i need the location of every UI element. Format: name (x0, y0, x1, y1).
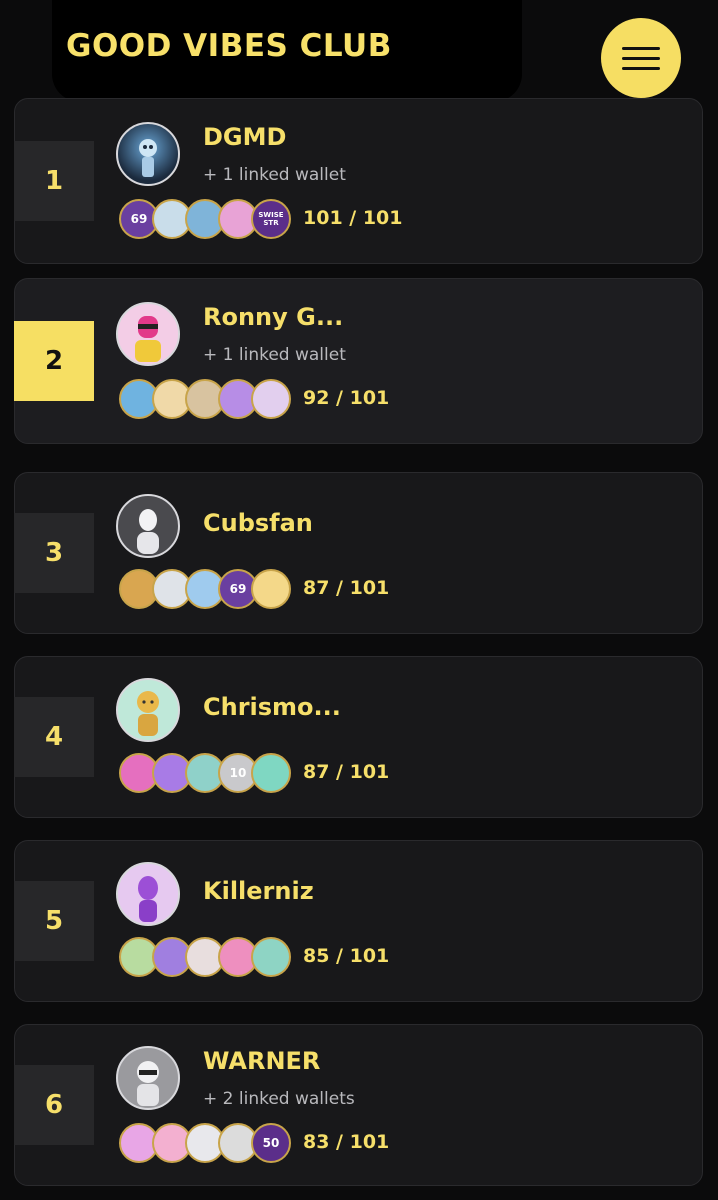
score: 101 / 101 (303, 207, 403, 229)
header: GOOD VIBES CLUB (0, 0, 718, 110)
achievement-badge-icon[interactable] (251, 569, 291, 609)
badge-strip (119, 379, 299, 421)
avatar[interactable] (116, 302, 180, 366)
rank-badge: 1 (14, 141, 94, 221)
score: 87 / 101 (303, 577, 390, 599)
badge-strip: 69 (119, 569, 299, 611)
avatar[interactable] (116, 862, 180, 926)
leaderboard-row[interactable]: 4 Chrismo... 10 87 / 101 (14, 656, 703, 818)
badge-strip (119, 937, 299, 979)
rank-badge: 6 (14, 1065, 94, 1145)
player-name[interactable]: Chrismo... (203, 693, 341, 721)
badge-strip: 50 (119, 1123, 299, 1165)
leaderboard-row[interactable]: 2 Ronny G... + 1 linked wallet 92 / 101 (14, 278, 703, 444)
avatar[interactable] (116, 494, 180, 558)
achievement-badge-icon[interactable] (251, 937, 291, 977)
leaderboard-row[interactable]: 1 DGMD + 1 linked wallet 69 SWISE STR 101… (14, 98, 703, 264)
rank-badge: 2 (14, 321, 94, 401)
rank-badge: 5 (14, 881, 94, 961)
achievement-badge-icon[interactable]: 50 (251, 1123, 291, 1163)
player-name[interactable]: WARNER (203, 1047, 320, 1075)
avatar[interactable] (116, 1046, 180, 1110)
score: 83 / 101 (303, 1131, 390, 1153)
avatar[interactable] (116, 122, 180, 186)
rank-badge: 3 (14, 513, 94, 593)
score: 92 / 101 (303, 387, 390, 409)
achievement-badge-icon[interactable]: SWISE STR (251, 199, 291, 239)
leaderboard-row[interactable]: 3 Cubsfan 69 87 / 101 (14, 472, 703, 634)
badge-strip: 69 SWISE STR (119, 199, 299, 241)
linked-wallets: + 1 linked wallet (203, 345, 346, 365)
avatar[interactable] (116, 678, 180, 742)
linked-wallets: + 2 linked wallets (203, 1089, 355, 1109)
player-name[interactable]: Cubsfan (203, 509, 313, 537)
score: 85 / 101 (303, 945, 390, 967)
score: 87 / 101 (303, 761, 390, 783)
rank-badge: 4 (14, 697, 94, 777)
player-name[interactable]: Ronny G... (203, 303, 343, 331)
hamburger-menu-button[interactable] (601, 18, 681, 98)
club-title: GOOD VIBES CLUB (66, 28, 392, 64)
player-name[interactable]: DGMD (203, 123, 286, 151)
linked-wallets: + 1 linked wallet (203, 165, 346, 185)
player-name[interactable]: Killerniz (203, 877, 314, 905)
achievement-badge-icon[interactable] (251, 753, 291, 793)
achievement-badge-icon[interactable] (251, 379, 291, 419)
hamburger-menu-icon (622, 46, 660, 50)
leaderboard-row[interactable]: 6 WARNER + 2 linked wallets 50 83 / 101 (14, 1024, 703, 1186)
badge-strip: 10 (119, 753, 299, 795)
leaderboard-row[interactable]: 5 Killerniz 85 / 101 (14, 840, 703, 1002)
